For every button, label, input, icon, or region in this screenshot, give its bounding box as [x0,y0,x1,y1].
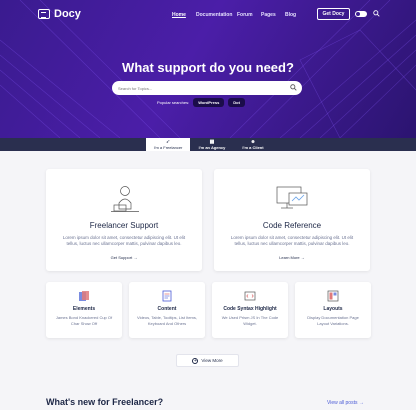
feature-title: Layouts [323,306,343,312]
learn-more-link[interactable]: Learn More → [214,255,370,260]
nav-forum[interactable]: Forum [237,12,253,18]
elements-icon [79,291,89,301]
logo-text: Docy [54,8,81,20]
view-all-posts-link[interactable]: View all posts → [327,400,364,406]
audience-tabs: ➶ I'm a Freelancer ▦ I'm an Agency ☻ I'm… [0,138,416,151]
nav-pages[interactable]: Pages [261,12,276,18]
section-title: What's new for Freelancer? [46,397,164,407]
layouts-icon [327,290,339,302]
feature-description: Display Documentation Page Layout Variat… [307,315,359,326]
card-code-reference: Code Reference Lorem ipsum dolor sit ame… [214,169,370,271]
card-description: Lorem ipsum dolor sit amet, consectetur … [230,235,354,246]
hero-section: Docy Home Documentation Forum Pages Blog… [0,0,416,138]
logo[interactable]: Docy [38,8,81,20]
card-title: Code Reference [262,221,322,230]
popular-label: Popular searches: [157,100,190,105]
get-docy-button[interactable]: Get Docy [317,8,350,20]
view-more-label: View More [201,358,223,363]
tab-label: I'm an Agency [198,144,226,150]
tab-client[interactable]: ☻ I'm a Client [234,138,272,151]
tab-agency[interactable]: ▦ I'm an Agency [192,138,232,151]
logo-icon [38,9,50,19]
code-syntax-icon [244,291,256,301]
feature-description: Videos, Table, Tooltips, List Items, Key… [136,315,198,326]
nav-documentation[interactable]: Documentation [196,12,232,18]
code-reference-illustration-icon [276,186,308,209]
plus-circle-icon: + [192,357,199,364]
tab-label: I'm a Client [242,144,264,150]
card-title: Freelancer Support [89,221,159,230]
hero-search [112,81,302,95]
feature-title: Code Syntax Highlight [223,306,277,312]
feature-card-elements[interactable]: Elements James Bond Knackered Cup Of Cha… [46,282,122,338]
feature-description: We Used Prism JS In The Code Widget. [221,315,279,326]
nav-blog[interactable]: Blog [285,12,296,18]
arrow-right-icon: → [358,400,364,406]
popular-tag-wordpress[interactable]: WordPress [193,98,225,107]
theme-toggle[interactable] [355,11,367,17]
arrow-right-icon: → [133,255,138,260]
search-input[interactable] [118,84,288,92]
feature-description: James Bond Knackered Cup Of Char Show Of… [55,315,113,326]
feature-title: Elements [72,306,96,312]
feature-card-content[interactable]: Content Videos, Table, Tooltips, List It… [129,282,205,338]
link-label: Get Support [110,255,133,260]
link-label: View all posts [327,400,358,406]
search-icon[interactable] [373,10,380,17]
card-description: Lorem ipsum dolor sit amet, consectetur … [62,235,186,246]
popular-searches: Popular searches: WordPress Dot [157,98,245,107]
feature-title: Content [157,306,177,312]
freelancer-illustration-icon [111,186,139,212]
feature-card-code-syntax[interactable]: Code Syntax Highlight We Used Prism JS I… [212,282,288,338]
get-support-link[interactable]: Get Support → [46,255,202,260]
feature-card-layouts[interactable]: Layouts Display Documentation Page Layou… [295,282,371,338]
tab-freelancer[interactable]: ➶ I'm a Freelancer [146,138,190,151]
hero-title: What support do you need? [122,60,294,75]
link-label: Learn More [279,255,300,260]
view-more-button[interactable]: + View More [176,354,239,367]
content-icon [162,290,172,302]
tab-label: I'm a Freelancer [153,144,183,150]
arrow-right-icon: → [300,255,305,260]
card-freelancer-support: Freelancer Support Lorem ipsum dolor sit… [46,169,202,271]
search-icon[interactable] [290,84,297,91]
popular-tag-dot[interactable]: Dot [228,98,245,107]
nav-home[interactable]: Home [172,12,186,18]
